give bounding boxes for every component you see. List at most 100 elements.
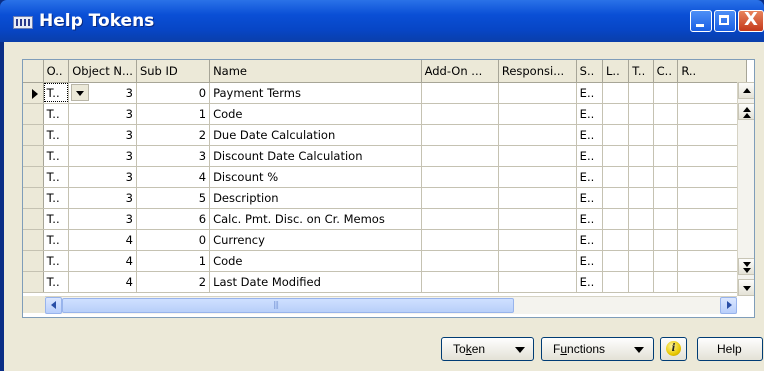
window-icon[interactable]: [13, 16, 33, 29]
table-cell[interactable]: E..: [576, 271, 604, 293]
table-cell[interactable]: [498, 229, 577, 251]
table-cell[interactable]: Last Date Modified: [209, 271, 422, 293]
table-cell[interactable]: Code: [209, 103, 422, 125]
horizontal-scrollbar[interactable]: [45, 296, 737, 314]
table-cell[interactable]: [421, 271, 499, 293]
table-row[interactable]: T.. 3 5 Description E..: [23, 187, 754, 209]
table-cell[interactable]: Code: [209, 250, 422, 272]
row-selector[interactable]: [23, 145, 44, 167]
table-cell[interactable]: [498, 187, 577, 209]
row-selector[interactable]: [23, 229, 44, 251]
table-cell[interactable]: [602, 229, 630, 251]
vertical-scrollbar[interactable]: [737, 82, 754, 296]
column-header[interactable]: C..: [653, 60, 679, 83]
table-cell[interactable]: [498, 145, 577, 167]
table-cell[interactable]: [498, 124, 577, 146]
table-cell[interactable]: 1: [136, 250, 211, 272]
table-cell[interactable]: [498, 166, 577, 188]
table-cell[interactable]: [602, 103, 630, 125]
table-row[interactable]: T.. 3 6 Calc. Pmt. Disc. on Cr. Memos E..: [23, 208, 754, 230]
table-cell[interactable]: [628, 187, 654, 209]
table-cell[interactable]: E..: [576, 103, 604, 125]
table-cell[interactable]: Description: [209, 187, 422, 209]
column-header[interactable]: Add-On ...: [421, 60, 499, 83]
row-selector[interactable]: [23, 103, 44, 125]
table-cell[interactable]: 6: [136, 208, 211, 230]
table-cell[interactable]: E..: [576, 229, 604, 251]
table-cell[interactable]: 4: [68, 250, 137, 272]
table-row[interactable]: T.. 3 2 Due Date Calculation E..: [23, 124, 754, 146]
table-cell[interactable]: [653, 166, 679, 188]
table-row[interactable]: T.. 4 1 Code E..: [23, 250, 754, 272]
table-cell[interactable]: [628, 82, 654, 104]
table-cell[interactable]: [421, 82, 499, 104]
table-cell[interactable]: [421, 103, 499, 125]
table-cell[interactable]: 3: [68, 82, 137, 104]
table-cell[interactable]: [653, 82, 679, 104]
table-cell[interactable]: [628, 229, 654, 251]
row-selector[interactable]: [23, 271, 44, 293]
table-row[interactable]: T.. 4 0 Currency E..: [23, 229, 754, 251]
scroll-right-icon[interactable]: [720, 297, 737, 314]
table-cell[interactable]: E..: [576, 145, 604, 167]
row-selector[interactable]: [23, 208, 44, 230]
table-cell[interactable]: [653, 145, 679, 167]
table-cell[interactable]: Currency: [209, 229, 422, 251]
table-cell[interactable]: [653, 271, 679, 293]
horizontal-scroll-thumb[interactable]: [62, 298, 514, 313]
table-cell[interactable]: [421, 124, 499, 146]
table-cell[interactable]: T..: [43, 208, 70, 230]
table-cell[interactable]: 2: [136, 271, 211, 293]
table-cell[interactable]: [628, 250, 654, 272]
table-cell[interactable]: E..: [576, 187, 604, 209]
table-cell[interactable]: T..: [43, 187, 70, 209]
table-cell[interactable]: Discount %: [209, 166, 422, 188]
table-cell[interactable]: [498, 208, 577, 230]
table-cell[interactable]: [653, 250, 679, 272]
table-cell[interactable]: T..: [43, 124, 70, 146]
table-cell[interactable]: 3: [68, 103, 137, 125]
table-cell[interactable]: [602, 250, 630, 272]
table-cell[interactable]: [653, 208, 679, 230]
table-cell[interactable]: 3: [68, 187, 137, 209]
dropdown-icon[interactable]: [71, 83, 90, 101]
table-cell[interactable]: [653, 187, 679, 209]
table-cell[interactable]: Payment Terms: [209, 82, 422, 104]
table-row[interactable]: T.. 3 1 Code E..: [23, 103, 754, 125]
table-cell[interactable]: [653, 124, 679, 146]
table-cell[interactable]: Due Date Calculation: [209, 124, 422, 146]
table-cell[interactable]: T..: [43, 145, 70, 167]
table-cell[interactable]: [602, 124, 630, 146]
page-down-button[interactable]: [738, 258, 754, 275]
row-selector[interactable]: [23, 187, 44, 209]
scroll-left-icon[interactable]: [45, 297, 62, 314]
maximize-button[interactable]: [714, 10, 736, 32]
table-cell[interactable]: 2: [136, 124, 211, 146]
page-up-button[interactable]: [738, 103, 754, 120]
table-cell[interactable]: [421, 208, 499, 230]
table-row[interactable]: T.. 3 3 Discount Date Calculation E..: [23, 145, 754, 167]
table-cell[interactable]: [653, 103, 679, 125]
table-cell[interactable]: [628, 124, 654, 146]
title-bar[interactable]: Help Tokens X: [0, 0, 764, 42]
column-header[interactable]: Name: [209, 60, 422, 83]
table-cell[interactable]: [498, 271, 577, 293]
table-cell[interactable]: E..: [576, 208, 604, 230]
row-selector[interactable]: [23, 124, 44, 146]
table-cell[interactable]: E..: [576, 250, 604, 272]
table-cell[interactable]: 3: [68, 145, 137, 167]
table-cell[interactable]: [421, 166, 499, 188]
column-header[interactable]: Responsi...: [498, 60, 577, 83]
table-row[interactable]: T.. 3 4 Discount % E..: [23, 166, 754, 188]
table-cell[interactable]: T..: [43, 250, 70, 272]
table-cell[interactable]: 3: [136, 145, 211, 167]
table-cell[interactable]: E..: [576, 82, 604, 104]
table-cell[interactable]: [602, 82, 630, 104]
table-cell[interactable]: [602, 208, 630, 230]
table-cell[interactable]: Calc. Pmt. Disc. on Cr. Memos: [209, 208, 422, 230]
table-cell[interactable]: 0: [136, 82, 211, 104]
row-selector[interactable]: [23, 82, 44, 104]
table-cell[interactable]: E..: [576, 124, 604, 146]
table-cell[interactable]: [421, 145, 499, 167]
table-cell[interactable]: T..: [43, 103, 70, 125]
